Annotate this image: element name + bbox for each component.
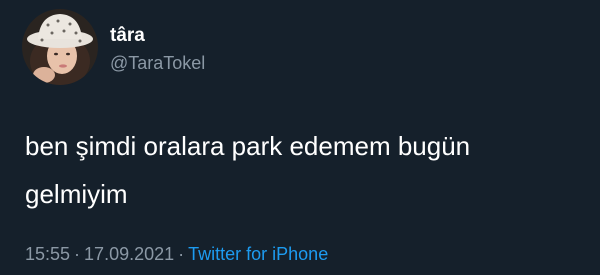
tweet-metadata: 15:55 · 17.09.2021 · Twitter for iPhone <box>25 241 328 267</box>
tweet-time[interactable]: 15:55 <box>25 244 70 264</box>
tweet-text: ben şimdi oralara park edemem bugün gelmi… <box>25 122 585 218</box>
avatar[interactable] <box>22 9 98 85</box>
author-handle[interactable]: @TaraTokel <box>110 52 205 74</box>
author-display-name[interactable]: târa <box>110 25 145 47</box>
tweet-source-link[interactable]: Twitter for iPhone <box>188 244 328 264</box>
meta-separator: · <box>178 244 185 264</box>
tweet: târa @TaraTokel ben şimdi oralara park e… <box>0 0 600 275</box>
avatar-photo-icon <box>22 9 98 85</box>
meta-separator: · <box>74 244 81 264</box>
tweet-text-line-2: gelmiyim <box>25 179 128 209</box>
tweet-text-line-1: ben şimdi oralara park edemem bugün <box>25 131 471 161</box>
tweet-date[interactable]: 17.09.2021 <box>84 244 174 264</box>
